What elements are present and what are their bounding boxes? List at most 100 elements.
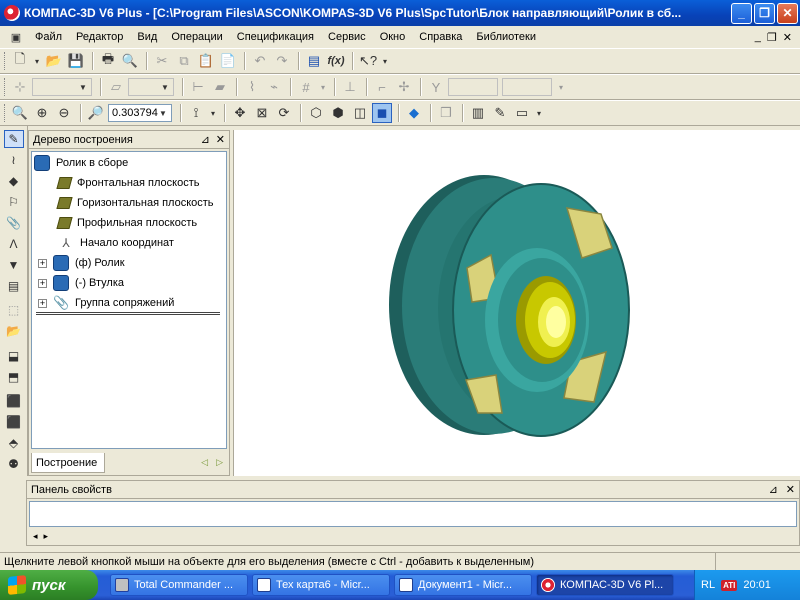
create-part-icon[interactable]: ⬓ [4,347,24,365]
task-word-tech-map[interactable]: Тех карта6 - Micr... [252,574,390,596]
surfaces-icon[interactable]: ◆ [4,172,24,190]
tree-item-root[interactable]: Ролик в сборе [34,154,128,172]
tab-prev-icon[interactable]: ◁ [201,457,208,468]
properties-icon[interactable]: ▥ [468,103,488,123]
paste-icon[interactable]: 📋 [196,51,216,71]
expand-icon[interactable]: + [38,298,47,308]
zoom-in-icon[interactable]: ⊕ [32,103,52,123]
layer-select[interactable]: ▼ [128,78,174,96]
snap-icon[interactable]: ⊹ [10,77,30,97]
doc-close-button[interactable]: ✕ [783,31,792,44]
tree-item-roller[interactable]: + (ф) Ролик [38,254,125,272]
toolbar-grip[interactable] [4,78,7,96]
zoom-value-select[interactable]: 0.303794 ▼ [108,104,172,122]
measure-icon[interactable]: Λ [4,235,24,253]
insert-component-icon[interactable]: 📂 [4,322,24,340]
edit-assembly-icon[interactable]: ✎ [3,130,24,148]
menu-libraries[interactable]: Библиотеки [469,31,543,43]
zoom-scale-icon[interactable]: 🔎 [86,103,106,123]
menu-view[interactable]: Вид [130,31,164,43]
detach-icon[interactable]: ⌁ [264,77,284,97]
attach-icon[interactable]: ⌇ [242,77,262,97]
chevron-down-icon[interactable]: ▾ [556,77,566,97]
open-folder-icon[interactable]: 📂 [44,51,64,71]
copy-icon[interactable]: ⧉ [174,51,194,71]
tree-item-bushing[interactable]: + (-) Втулка [38,274,124,292]
display-icon[interactable]: ▭ [512,103,532,123]
move-component-icon[interactable]: ⬒ [4,368,24,386]
fill-icon[interactable]: ▰ [210,77,230,97]
tree-item-origin[interactable]: ⅄ Начало координат [58,234,174,252]
layer-icon[interactable]: ▱ [106,77,126,97]
tree-item-profile-plane[interactable]: Профильная плоскость [56,214,197,232]
orthogonal-icon[interactable]: ⊥ [340,77,360,97]
menu-specification[interactable]: Спецификация [230,31,321,43]
component-icon[interactable]: ❒ [436,103,456,123]
zoom-window-icon[interactable]: 🔍 [10,103,30,123]
chevron-down-icon[interactable]: ▾ [534,103,544,123]
toolbar-grip[interactable] [4,104,7,122]
context-help-icon[interactable]: ↖? [358,51,378,71]
zoom-out-icon[interactable]: ⊖ [54,103,74,123]
close-icon[interactable]: ✕ [786,483,795,496]
function-icon[interactable]: f(x) [326,51,346,71]
language-indicator[interactable]: RL [701,579,715,591]
cut-icon[interactable]: ✂ [152,51,172,71]
undo-icon[interactable]: ↶ [250,51,270,71]
chevron-down-icon[interactable]: ▾ [32,51,42,71]
doc-minimize-button[interactable]: _ [755,31,761,44]
shaded-icon[interactable]: ◼ [372,103,392,123]
close-icon[interactable]: ✕ [216,133,225,146]
pan-icon[interactable]: ✥ [230,103,250,123]
style-select[interactable]: ▼ [32,78,92,96]
expand-icon[interactable]: + [38,278,47,288]
axis-icon[interactable]: Y [426,77,446,97]
polyline-icon[interactable]: ⌐ [372,77,392,97]
orientation-icon[interactable]: ⟟ [186,103,206,123]
toolbar-grip[interactable] [4,52,7,70]
filter-icon[interactable]: ▼ [4,256,24,274]
expand-icon[interactable]: + [38,258,47,268]
array-icon[interactable]: ⬘ [4,434,24,452]
color-icon[interactable]: ✎ [490,103,510,123]
chevron-down-icon[interactable]: ▾ [380,51,390,71]
constraints-icon[interactable]: ⚐ [4,193,24,211]
task-kompas[interactable]: КОМПАС-3D V6 Pl... [536,574,674,596]
redo-icon[interactable]: ↷ [272,51,292,71]
chevron-down-icon[interactable]: ▾ [318,77,328,97]
specification-icon[interactable]: ▤ [4,277,24,295]
rotate-icon[interactable]: ⟳ [274,103,294,123]
x-coordinate-field[interactable] [448,78,498,96]
tree-item-front-plane[interactable]: Фронтальная плоскость [56,174,200,192]
library-icon[interactable]: ⚉ [4,455,24,473]
start-button[interactable]: пуск [0,570,98,600]
hidden-lines-icon[interactable]: ⬢ [328,103,348,123]
doc-restore-button[interactable]: ❐ [767,31,777,44]
menu-editor[interactable]: Редактор [69,31,130,43]
cursor-coordinates-icon[interactable]: ✢ [394,77,414,97]
menu-file[interactable]: Файл [28,31,69,43]
print-preview-icon[interactable]: 🔍 [120,51,140,71]
wireframe-icon[interactable]: ⬡ [306,103,326,123]
tab-build[interactable]: Построение [31,453,105,473]
restore-button[interactable]: ❐ [754,2,775,24]
tab-next-icon[interactable]: ▷ [216,457,223,468]
pin-icon[interactable]: ⊿ [201,133,210,146]
pin-icon[interactable]: ⊿ [769,483,778,496]
menu-window[interactable]: Окно [373,31,413,43]
fit-view-icon[interactable]: ⊠ [252,103,272,123]
save-icon[interactable]: 💾 [66,51,86,71]
local-cs-icon[interactable]: ⊢ [188,77,208,97]
tree-item-mates-group[interactable]: + 📎 Группа сопряжений [38,294,174,312]
ati-tray-icon[interactable]: ATI [721,579,738,591]
add-component-icon[interactable]: ⬚ [4,301,24,319]
document-icon[interactable]: ▣ [8,29,24,45]
menu-operations[interactable]: Операции [164,31,229,43]
menu-help[interactable]: Справка [412,31,469,43]
section-icon[interactable]: ⬛ [4,413,24,431]
print-icon[interactable]: 🖶 [98,51,118,71]
grid-icon[interactable]: # [296,77,316,97]
roller-assembly-model[interactable] [234,130,800,476]
hidden-thin-icon[interactable]: ◫ [350,103,370,123]
perspective-icon[interactable]: ◆ [404,103,424,123]
